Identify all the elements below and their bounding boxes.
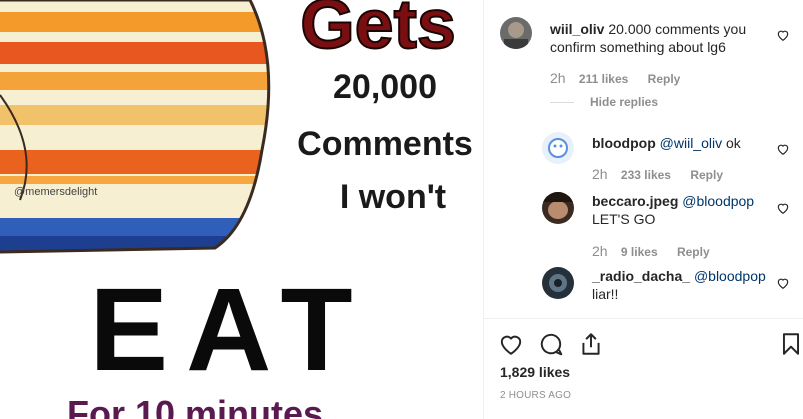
comment-mention[interactable]: @bloodpop [694, 268, 766, 284]
comment-text: wiil_oliv 20.000 comments you confirm so… [550, 20, 760, 56]
heart-icon[interactable] [776, 276, 790, 290]
comment-mention[interactable]: @wiil_oliv [660, 135, 722, 151]
heart-icon[interactable] [776, 201, 790, 215]
share-icon[interactable] [578, 331, 604, 357]
avatar[interactable] [542, 267, 574, 299]
comment-mention[interactable]: @bloodpop [682, 193, 754, 209]
heart-icon[interactable] [776, 28, 790, 42]
meme-line-1: 20,000 [333, 68, 437, 106]
reply-item: beccaro.jpeg @bloodpop LET'S GO 2h 9 lik… [484, 190, 803, 265]
post-image[interactable]: @memersdelight Gets 20,000 Comments I wo… [0, 0, 483, 419]
comment-body: LET'S GO [592, 211, 656, 227]
watermark: @memersdelight [14, 186, 97, 198]
avatar[interactable] [500, 17, 532, 49]
likes-count[interactable]: 1,829 likes [500, 364, 570, 380]
comment-meta: 2h 233 likes Reply [592, 167, 723, 182]
action-bar [484, 325, 803, 365]
bookmark-icon[interactable] [778, 331, 803, 357]
comment-body: ok [726, 135, 741, 151]
comment-likes[interactable]: 9 likes [621, 245, 658, 259]
comments-panel: wiil_oliv 20.000 comments you confirm so… [483, 0, 803, 419]
comment-time[interactable]: 2h [592, 244, 608, 258]
comment-username[interactable]: wiil_oliv [550, 21, 604, 37]
comment-meta: 2h 9 likes Reply [592, 244, 710, 259]
comment-text: bloodpop @wiil_oliv ok [592, 134, 772, 152]
comment-time[interactable]: 2h [592, 167, 608, 181]
reply-item: bloodpop @wiil_oliv ok 2h 233 likes Repl… [484, 130, 803, 185]
reply-button[interactable]: Reply [677, 245, 710, 259]
avatar-image [500, 17, 532, 49]
meme-title: Gets [300, 0, 456, 63]
heart-icon[interactable] [498, 331, 524, 357]
comment-username[interactable]: _radio_dacha_ [592, 268, 690, 284]
meme-artwork: @memersdelight Gets 20,000 Comments I wo… [0, 0, 473, 419]
meme-bottom-text: For 10 minutes [67, 393, 323, 419]
comment-body: liar!! [592, 286, 619, 302]
comment-username[interactable]: beccaro.jpeg [592, 193, 678, 209]
comment-likes[interactable]: 211 likes [579, 72, 628, 86]
comment-item: wiil_oliv 20.000 comments you confirm so… [484, 0, 803, 100]
comment-icon[interactable] [538, 331, 564, 357]
comment-username[interactable]: bloodpop [592, 135, 656, 151]
meme-line-2: Comments [297, 125, 473, 163]
reply-button[interactable]: Reply [648, 72, 681, 86]
avatar[interactable] [542, 192, 574, 224]
hide-replies-label: Hide replies [590, 95, 659, 109]
comments-list[interactable]: wiil_oliv 20.000 comments you confirm so… [484, 0, 803, 319]
avatar[interactable] [542, 132, 574, 164]
meme-big-word: EAT [89, 264, 370, 396]
comment-likes[interactable]: 233 likes [621, 168, 671, 182]
meme-line-3: I won't [340, 178, 446, 216]
reply-button[interactable]: Reply [690, 168, 723, 182]
heart-icon[interactable] [776, 142, 790, 156]
divider-line [550, 101, 574, 103]
comment-text: _radio_dacha_ @bloodpop liar!! [592, 267, 772, 303]
hide-replies-button[interactable]: Hide replies [550, 95, 658, 109]
comment-text: beccaro.jpeg @bloodpop LET'S GO [592, 192, 772, 228]
reply-item: _radio_dacha_ @bloodpop liar!! [484, 265, 803, 315]
avatar-image [542, 192, 574, 224]
avatar-image [542, 267, 574, 299]
post-timestamp[interactable]: 2 HOURS AGO [500, 390, 571, 401]
comment-meta: 2h 211 likes Reply [550, 71, 680, 86]
avatar-image [542, 132, 574, 164]
comment-time[interactable]: 2h [550, 71, 566, 85]
